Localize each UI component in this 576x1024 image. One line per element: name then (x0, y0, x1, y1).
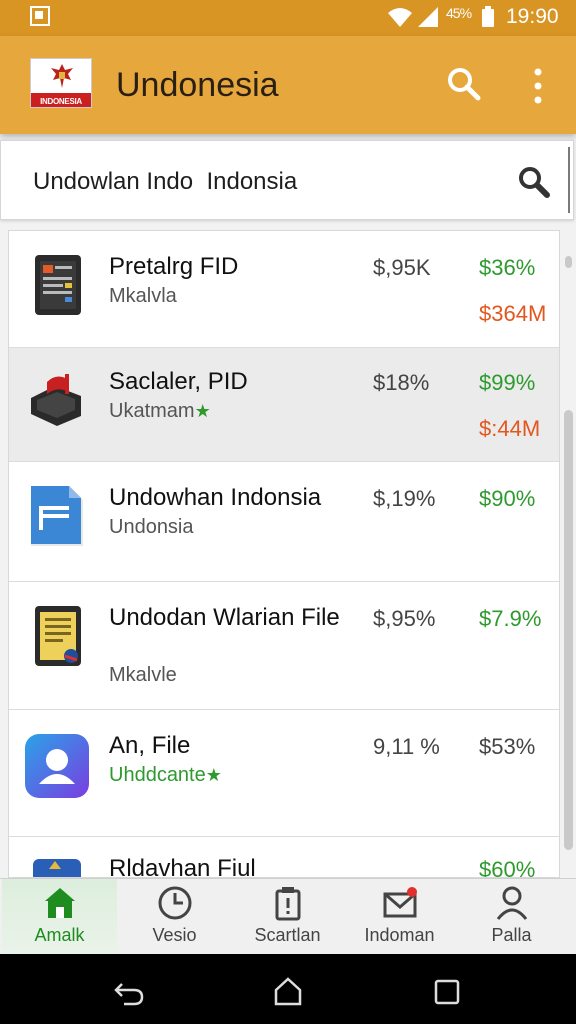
status-bar: 45% 19:90 (0, 0, 576, 36)
search-icon[interactable] (517, 165, 551, 199)
item-value-primary: $18% (373, 370, 430, 395)
mailbox-icon (31, 374, 81, 426)
scrollbar-top (565, 256, 572, 268)
flag-label: INDONESIA (40, 97, 82, 106)
search-bar (0, 140, 574, 220)
clock-icon (158, 886, 192, 920)
item-name: An, File (109, 732, 191, 759)
search-divider (568, 147, 570, 213)
list-item[interactable]: Undodan Wlarian File Mkalvle $,95% $7.9% (9, 582, 559, 710)
more-vert-icon[interactable] (526, 66, 550, 106)
star-icon: ★ (194, 401, 211, 421)
nav-label: Amalk (34, 925, 85, 945)
item-value-total: $364M (479, 301, 547, 326)
back-icon[interactable] (114, 976, 144, 1006)
garuda-emblem-icon (51, 64, 73, 88)
nav-label: Scartlan (254, 925, 321, 945)
app-bar: INDONESIA Undonesia (0, 36, 576, 134)
indonesia-flag-logo: INDONESIA (30, 58, 92, 108)
item-name: Undodan Wlarian File (109, 604, 340, 631)
person-icon (496, 886, 528, 920)
nav-item-scartlan[interactable]: Scartlan (230, 879, 345, 955)
signal-icon (418, 7, 438, 27)
item-value-change: $53% (479, 734, 536, 759)
nav-item-palla[interactable]: Palla (454, 879, 569, 955)
recents-icon[interactable] (432, 976, 462, 1006)
nav-item-vesio[interactable]: Vesio (117, 879, 232, 955)
battery-icon (482, 6, 494, 27)
home-icon (45, 888, 75, 918)
item-subtitle: Mkalvle (109, 664, 177, 686)
file-viewer-icon (35, 606, 81, 666)
item-value-change: $90% (479, 486, 536, 511)
item-value-primary: $,95% (373, 606, 436, 631)
alert-clipboard-icon (275, 887, 301, 921)
item-subtitle: Uhddcante★ (109, 764, 222, 787)
item-value-change: $7.9% (479, 606, 542, 631)
wifi-icon (388, 8, 412, 27)
nav-label: Indoman (364, 925, 435, 945)
item-subtitle-text: Uhddcante (109, 764, 206, 786)
nav-label: Vesio (152, 925, 197, 945)
search-input[interactable] (31, 163, 495, 201)
list-item[interactable]: Saclaler, PID Ukatmam★ $18% $99% $:44M (9, 348, 559, 462)
item-value-primary: $,19% (373, 486, 436, 511)
item-value-change: $36% (479, 255, 536, 280)
document-icon (31, 486, 83, 546)
list-item[interactable]: Rldavhan Fiul $60% (9, 837, 559, 878)
notification-icon (30, 6, 50, 26)
bottom-navigation: Amalk Vesio Scartlan Indoman Palla (0, 878, 576, 955)
results-list: Pretalrg FID Mkalvla $,95K $36% $364M Sa… (8, 230, 560, 878)
search-icon[interactable] (446, 66, 482, 102)
item-name: Saclaler, PID (109, 368, 248, 395)
nav-item-indoman[interactable]: Indoman (342, 879, 457, 955)
clock-time: 19:90 (506, 5, 559, 28)
item-value-total: $:44M (479, 416, 541, 441)
app-title: Undonesia (116, 66, 279, 104)
item-name: Pretalrg FID (109, 253, 239, 280)
list-item[interactable]: Pretalrg FID Mkalvla $,95K $36% $364M (9, 231, 559, 348)
app-icon (33, 859, 81, 877)
item-name: Undowhan Indonsia (109, 484, 322, 511)
item-value-change: $99% (479, 370, 536, 395)
contact-app-icon (25, 734, 89, 798)
item-subtitle: Ukatmam★ (109, 400, 211, 423)
system-navigation-bar (0, 954, 576, 1024)
star-icon: ★ (205, 765, 222, 785)
item-value-primary: $,95K (373, 255, 431, 280)
mail-icon (383, 887, 417, 918)
list-item[interactable]: An, File Uhddcante★ 9,11 % $53% (9, 710, 559, 837)
item-value-change: $60% (479, 857, 536, 878)
item-subtitle: Mkalvla (109, 285, 177, 307)
nav-label: Palla (491, 925, 532, 945)
battery-percent: 45% (446, 5, 472, 21)
item-subtitle-text: Ukatmam (109, 400, 195, 422)
item-subtitle: Undonsia (109, 516, 194, 538)
home-button-icon[interactable] (273, 976, 303, 1006)
list-scrollbar[interactable] (564, 410, 573, 850)
item-name: Rldavhan Fiul (109, 855, 256, 878)
list-item[interactable]: Undowhan Indonsia Undonsia $,19% $90% (9, 462, 559, 582)
item-value-primary: 9,11 % (373, 734, 440, 759)
tablet-app-icon (35, 255, 81, 315)
nav-item-amalk[interactable]: Amalk (2, 879, 117, 955)
